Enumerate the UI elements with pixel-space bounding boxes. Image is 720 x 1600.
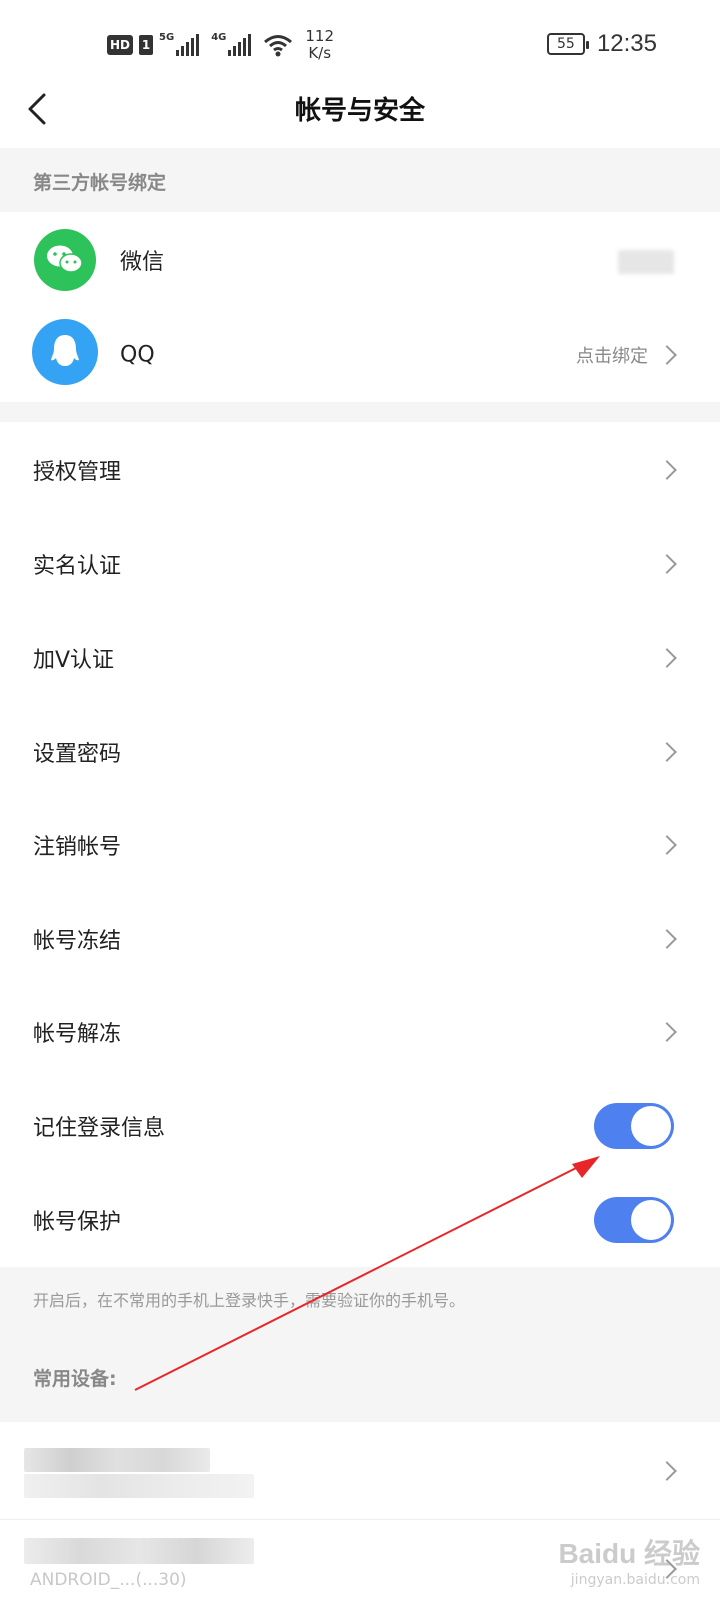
cancel-account-label: 注销帐号 [33,834,122,860]
chevron-right-icon [657,344,677,365]
devices-title: 常用设备: [33,1368,117,1390]
chevron-right-icon [657,647,677,668]
account-protect-toggle[interactable] [594,1196,674,1243]
baidu-watermark: Baidu 经验 jingyan.baidu.com [558,1532,700,1588]
clock: 12:35 [596,30,657,57]
v-verify-label: 加V认证 [33,647,115,673]
battery-level: 55 [557,36,575,52]
wifi-icon [264,35,293,57]
account-protect-row: 帐号保护 [0,1172,720,1267]
network-speed: 112 K/s [305,28,334,62]
hint-section: 开启后，在不常用的手机上登录快手，需要验证你的手机号。 常用设备: [0,1267,720,1422]
real-name-row[interactable]: 实名认证 [0,516,720,611]
device-info-blurred [24,1474,254,1498]
wechat-nickname-blurred [618,250,674,274]
unfreeze-account-row[interactable]: 帐号解冻 [0,984,720,1079]
account-protect-label: 帐号保护 [33,1209,122,1235]
toggle-knob [631,1105,671,1146]
chevron-right-icon [657,1021,677,1042]
device-info-partial: ANDROID_...(...30) [30,1570,187,1590]
chevron-right-icon [657,928,677,949]
qq-icon [32,319,98,385]
sim-badge: 1 [139,35,154,55]
device-name-blurred [24,1448,210,1472]
signal-icon [176,34,200,56]
watermark-brand: Baidu 经验 [558,1538,700,1569]
speed-unit: K/s [308,44,332,62]
protect-hint: 开启后，在不常用的手机上登录快手，需要验证你的手机号。 [33,1291,466,1310]
remember-login-row: 记住登录信息 [0,1078,720,1173]
qq-label: QQ [120,342,155,367]
real-name-label: 实名认证 [33,553,122,579]
v-verify-row[interactable]: 加V认证 [0,610,720,705]
wechat-row[interactable]: 微信 [0,212,720,307]
qq-row[interactable]: QQ 点击绑定 [0,307,720,402]
chevron-right-icon [657,1460,677,1481]
watermark-url: jingyan.baidu.com [570,1572,700,1588]
status-right: 55 12:35 [546,30,657,58]
cancel-account-row[interactable]: 注销帐号 [0,797,720,892]
remember-login-label: 记住登录信息 [33,1115,166,1141]
freeze-account-row[interactable]: 帐号冻结 [0,891,720,986]
section-divider [0,402,720,422]
authorization-label: 授权管理 [33,459,122,485]
chevron-right-icon [657,553,677,574]
hd-badge: HD [107,35,134,55]
page-title: 帐号与安全 [294,96,425,126]
battery-icon: 55 [546,33,589,55]
network-4g-label: 4G [211,31,227,43]
authorization-row[interactable]: 授权管理 [0,422,720,517]
set-password-row[interactable]: 设置密码 [0,704,720,799]
qq-bind-action[interactable]: 点击绑定 [576,342,648,368]
section-title: 第三方帐号绑定 [33,172,167,194]
wechat-label: 微信 [120,249,165,275]
remember-login-toggle[interactable] [594,1102,674,1149]
set-password-label: 设置密码 [33,741,122,767]
chevron-right-icon [657,459,677,480]
freeze-account-label: 帐号冻结 [33,928,122,954]
network-5g-label: 5G [159,31,175,43]
third-party-section-header: 第三方帐号绑定 [0,148,720,212]
nav-bar: 帐号与安全 [0,70,720,148]
speed-value: 112 [305,27,334,45]
toggle-knob [631,1199,671,1240]
chevron-right-icon [657,741,677,762]
signal-icon [228,34,252,56]
unfreeze-account-label: 帐号解冻 [33,1021,122,1047]
chevron-right-icon [657,834,677,855]
device-name-blurred [24,1538,254,1564]
wechat-icon [34,229,96,291]
device-row[interactable] [0,1422,720,1520]
status-left: HD 1 5G 4G 112 K/s [107,28,334,62]
